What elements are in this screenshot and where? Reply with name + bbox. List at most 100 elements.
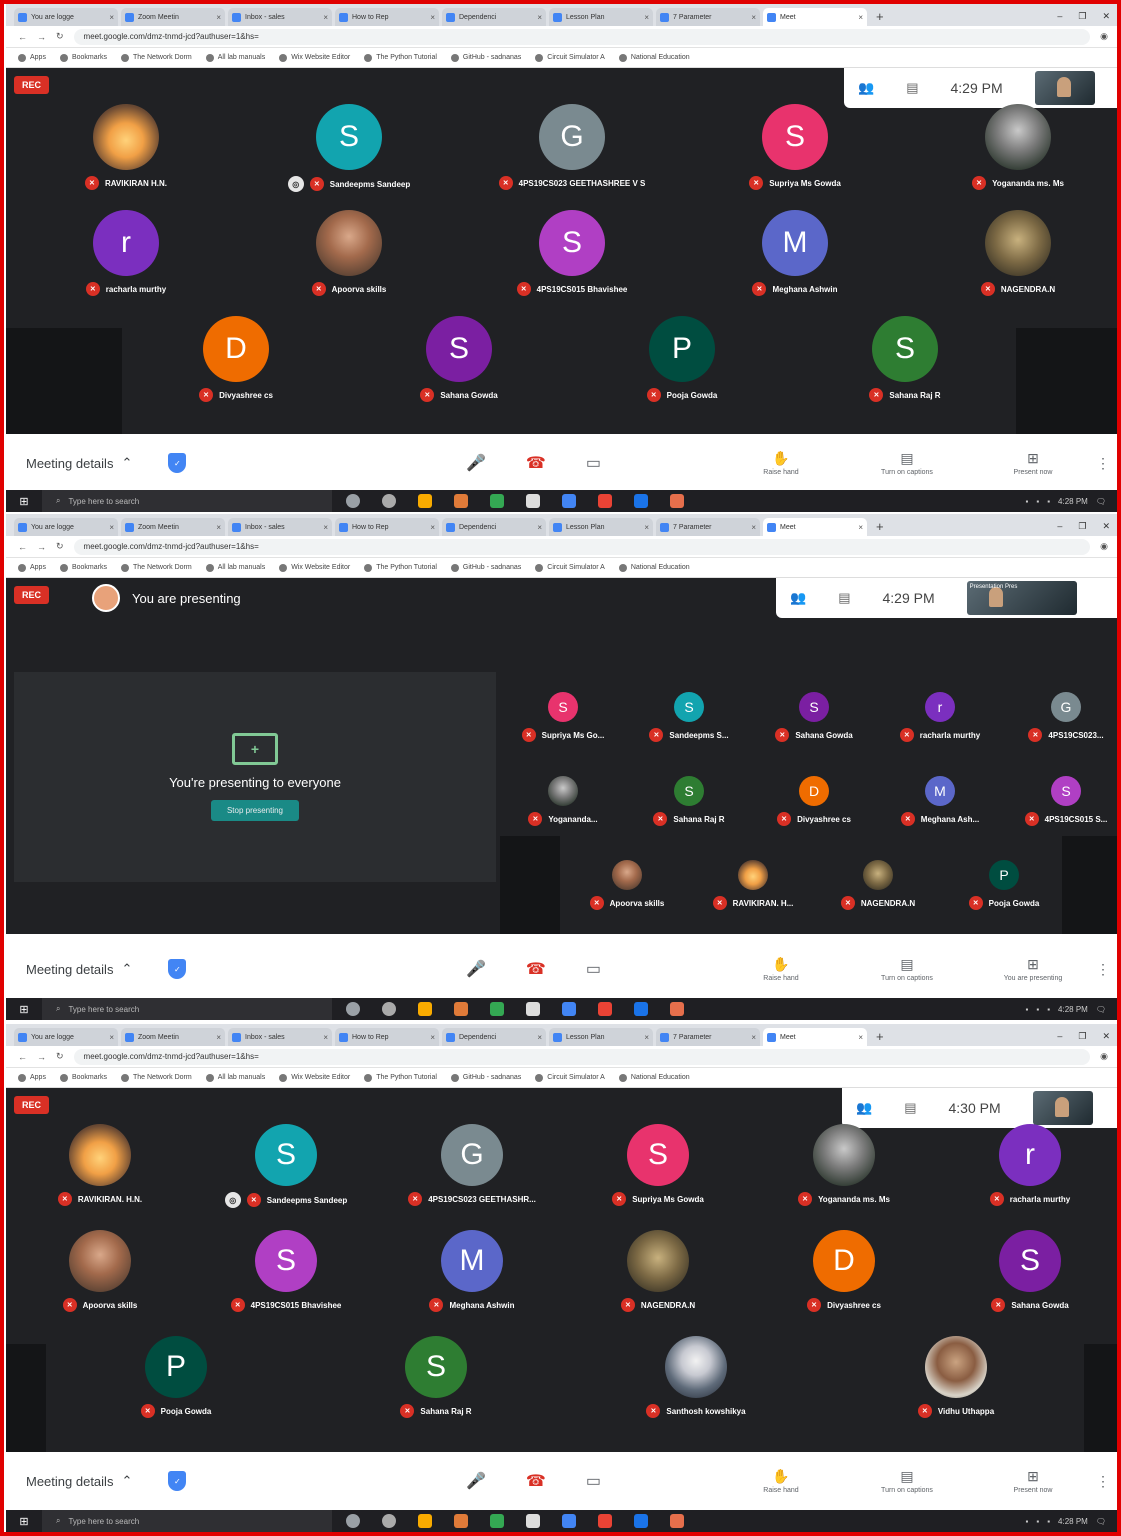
participant-tile[interactable]: ✕ Apoorva skills	[279, 210, 419, 296]
browser-tab[interactable]: 7 Parameter ×	[656, 8, 760, 26]
participant-tile[interactable]: ✕ Yogananda...	[493, 776, 633, 826]
browser-tab[interactable]: Meet ×	[763, 1028, 867, 1046]
taskbar-app-icon[interactable]	[418, 1514, 432, 1528]
tab-close-icon[interactable]: ×	[537, 1033, 542, 1042]
bookmark-item[interactable]: The Python Tutorial	[364, 53, 437, 62]
bookmark-item[interactable]: All lab manuals	[205, 53, 265, 62]
browser-tab[interactable]: Inbox - sales ×	[228, 518, 332, 536]
taskbar-app-icon[interactable]	[562, 494, 576, 508]
taskbar-app-icon[interactable]	[526, 494, 540, 508]
captions-button[interactable]: ▤ Turn on captions	[862, 450, 952, 476]
more-options-icon[interactable]: ⋮	[1096, 455, 1110, 472]
tab-close-icon[interactable]: ×	[644, 523, 649, 532]
you-are-presenting-button[interactable]: ⊞ You are presenting	[988, 956, 1078, 982]
participant-tile[interactable]: S ✕ Sahana Raj R	[619, 776, 759, 826]
battery-icon[interactable]: ▪	[1047, 1005, 1050, 1014]
browser-tab[interactable]: Lesson Plan ×	[549, 518, 653, 536]
back-icon[interactable]: ←	[18, 542, 27, 552]
participant-tile[interactable]: S ✕ Supriya Ms Gowda	[588, 1124, 728, 1206]
browser-tab[interactable]: Inbox - sales ×	[228, 1028, 332, 1046]
bookmark-item[interactable]: The Python Tutorial	[364, 1073, 437, 1082]
tab-close-icon[interactable]: ×	[430, 523, 435, 532]
captions-button[interactable]: ▤ Turn on captions	[862, 1468, 952, 1494]
network-icon[interactable]: ▪	[1026, 1005, 1029, 1014]
participant-tile[interactable]: S ✕ Sahana Gowda	[960, 1230, 1100, 1312]
participant-tile[interactable]: ✕ RAVIKIRAN. H.N.	[30, 1124, 170, 1206]
bookmark-item[interactable]: All lab manuals	[205, 1073, 265, 1082]
tab-close-icon[interactable]: ×	[644, 13, 649, 22]
volume-icon[interactable]: ▪	[1036, 1005, 1039, 1014]
camera-icon[interactable]: ▭	[586, 453, 601, 473]
bookmark-item[interactable]: Circuit Simulator A	[535, 563, 605, 572]
battery-icon[interactable]: ▪	[1047, 497, 1050, 506]
participant-tile[interactable]: S ✕ Sahana Gowda	[744, 692, 884, 742]
tab-close-icon[interactable]: ×	[323, 13, 328, 22]
taskbar-app-icon[interactable]	[454, 1002, 468, 1016]
taskbar-search[interactable]: ⌕ Type here to search	[42, 1510, 332, 1532]
taskbar-app-icon[interactable]	[346, 1002, 360, 1016]
mic-icon[interactable]: 🎤	[466, 959, 486, 979]
browser-tab[interactable]: Zoom Meetin ×	[121, 518, 225, 536]
notification-icon[interactable]: 🗨	[1096, 497, 1106, 506]
browser-tab[interactable]: You are logge ×	[14, 1028, 118, 1046]
tab-close-icon[interactable]: ×	[751, 523, 756, 532]
bookmark-item[interactable]: Wix Website Editor	[279, 53, 350, 62]
taskbar-app-icon[interactable]	[454, 1514, 468, 1528]
taskbar-app-icon[interactable]	[670, 494, 684, 508]
participant-tile[interactable]: G ✕ 4PS19CS023 GEETHASHR...	[402, 1124, 542, 1206]
tab-close-icon[interactable]: ×	[751, 1033, 756, 1042]
participant-tile[interactable]: S ✕ Sahana Gowda	[389, 316, 529, 402]
taskbar-app-icon[interactable]	[598, 1514, 612, 1528]
browser-tab[interactable]: Meet ×	[763, 518, 867, 536]
raise-hand-button[interactable]: ✋ Raise hand	[736, 956, 826, 982]
close-window-icon[interactable]: ✕	[1102, 521, 1110, 532]
windows-start-icon[interactable]: ⊞	[6, 495, 42, 508]
minimize-icon[interactable]: –	[1057, 521, 1062, 532]
back-icon[interactable]: ←	[18, 1052, 27, 1062]
taskbar-app-icon[interactable]	[634, 494, 648, 508]
taskbar-app-icon[interactable]	[670, 1002, 684, 1016]
taskbar-app-icon[interactable]	[454, 494, 468, 508]
participant-tile[interactable]: S ✕ Sandeepms S...	[619, 692, 759, 742]
browser-tab[interactable]: 7 Parameter ×	[656, 518, 760, 536]
browser-tab[interactable]: Dependenci ×	[442, 1028, 546, 1046]
tab-close-icon[interactable]: ×	[751, 13, 756, 22]
reload-icon[interactable]: ↻	[56, 31, 64, 42]
more-options-icon[interactable]: ⋮	[1096, 1473, 1110, 1490]
bookmark-item[interactable]: National Education	[618, 1073, 690, 1082]
participant-tile[interactable]: ✕ Yogananda ms. Ms	[774, 1124, 914, 1206]
camera-icon[interactable]: ▭	[586, 959, 601, 979]
minimize-icon[interactable]: –	[1057, 1031, 1062, 1042]
participant-tile[interactable]: ✕ NAGENDRA.N	[808, 860, 948, 910]
taskbar-app-icon[interactable]	[598, 1002, 612, 1016]
notification-icon[interactable]: 🗨	[1096, 1005, 1106, 1014]
bookmark-item[interactable]: Bookmarks	[59, 563, 107, 572]
browser-tab[interactable]: Dependenci ×	[442, 8, 546, 26]
participant-tile[interactable]: S ✕ Sahana Raj R	[835, 316, 975, 402]
network-icon[interactable]: ▪	[1026, 1517, 1029, 1526]
windows-start-icon[interactable]: ⊞	[6, 1515, 42, 1528]
taskbar-app-icon[interactable]	[490, 494, 504, 508]
tab-close-icon[interactable]: ×	[323, 523, 328, 532]
taskbar-app-icon[interactable]	[598, 494, 612, 508]
browser-tab[interactable]: How to Rep ×	[335, 518, 439, 536]
pin-icon[interactable]: ◎	[287, 176, 304, 192]
new-tab-icon[interactable]: +	[870, 9, 890, 26]
mic-icon[interactable]: 🎤	[466, 453, 486, 473]
browser-tab[interactable]: Inbox - sales ×	[228, 8, 332, 26]
tab-close-icon[interactable]: ×	[216, 1033, 221, 1042]
end-call-icon[interactable]: ☎	[526, 1471, 546, 1491]
participant-tile[interactable]: P ✕ Pooja Gowda	[612, 316, 752, 402]
bookmark-item[interactable]: Apps	[18, 563, 46, 572]
participant-tile[interactable]: ✕ RAVIKIRAN. H...	[683, 860, 823, 910]
browser-tab[interactable]: Lesson Plan ×	[549, 1028, 653, 1046]
bookmark-item[interactable]: The Network Dorm	[120, 53, 192, 62]
url-field[interactable]: meet.google.com/dmz-tnmd-jcd?authuser=1&…	[73, 1048, 1091, 1065]
end-call-icon[interactable]: ☎	[526, 453, 546, 473]
participant-tile[interactable]: ✕ Santhosh kowshikya	[626, 1336, 766, 1418]
taskbar-app-icon[interactable]	[490, 1514, 504, 1528]
participant-tile[interactable]: D ✕ Divyashree cs	[774, 1230, 914, 1312]
host-controls-shield-icon[interactable]: ✓	[168, 453, 187, 473]
more-options-icon[interactable]: ⋮	[1096, 961, 1110, 978]
participant-tile[interactable]: M ✕ Meghana Ashwin	[402, 1230, 542, 1312]
